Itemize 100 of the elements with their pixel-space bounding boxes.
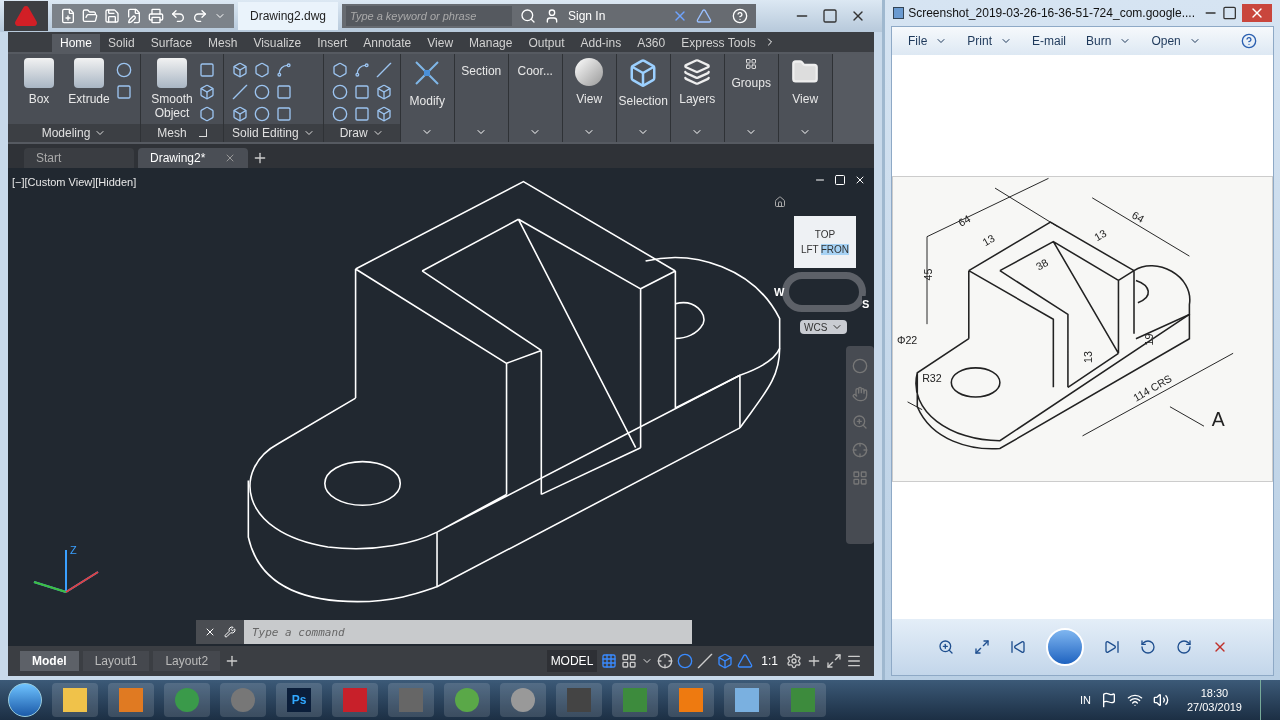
settings-icon[interactable] [786,653,802,669]
ribbon-tab[interactable]: View [419,34,462,52]
layout-tab[interactable]: Model [20,651,79,671]
menu-item[interactable]: Print [967,32,1013,50]
ribbon-tab[interactable]: Express Tools [673,34,764,52]
panel-title[interactable]: Mesh [141,124,223,142]
rotate-right-icon[interactable] [1175,639,1192,655]
model-space-button[interactable]: MODEL [546,650,598,672]
tool-icon[interactable] [375,62,392,78]
ribbon-tab[interactable]: Insert [309,34,356,52]
ribbon-tab[interactable]: Annotate [355,34,420,52]
panel-title[interactable]: Solid Editing [224,124,323,142]
ribbon-tab[interactable]: Solid [100,34,143,52]
ribbon-tab[interactable]: Visualize [245,34,310,52]
menu-item[interactable]: Open [1151,32,1201,50]
start-button[interactable] [8,683,42,717]
viewport-label[interactable]: [−][Custom View][Hidden] [12,174,137,191]
annotation-scale[interactable]: 1:1 [757,652,782,670]
tool-icon[interactable] [276,84,292,100]
file-tab[interactable]: Start [24,148,134,168]
tool-icon[interactable] [116,62,132,78]
ribbon-tab[interactable]: Mesh [200,34,246,52]
tool-icon[interactable] [232,106,248,122]
tool-icon[interactable] [254,106,270,122]
tool-icon[interactable] [353,84,370,100]
tool-icon[interactable] [199,62,215,78]
plus-icon[interactable] [806,653,822,669]
close-button[interactable] [1241,4,1272,22]
ribbon-panel-button[interactable]: Coor... [508,54,563,142]
ribbon-panel-button[interactable]: Section [454,54,509,142]
ribbon-tab[interactable]: Surface [142,34,201,52]
home-icon[interactable] [774,196,786,208]
slideshow-button[interactable] [1045,628,1084,666]
ribbon-panel-button[interactable]: View [778,54,833,142]
search-field[interactable]: Type a keyword or phrase [346,6,512,26]
toolbar-icon[interactable] [104,8,120,24]
language-indicator[interactable]: IN [1079,691,1091,709]
tool-icon[interactable] [199,106,215,122]
next-icon[interactable] [1103,639,1120,655]
taskbar-app-icon[interactable] [164,683,210,717]
tool-icon[interactable] [375,84,392,100]
volume-icon[interactable] [1152,692,1169,708]
ribbon-tab[interactable]: Add-ins [572,34,630,52]
tool-icon[interactable] [116,84,132,100]
fullscreen-icon[interactable] [826,653,842,669]
layout-tab[interactable]: Layout1 [82,651,150,671]
tool-icon[interactable] [331,106,348,122]
tool-icon[interactable] [254,84,270,100]
tool-icon[interactable] [232,62,248,78]
help-icon[interactable] [1241,33,1257,49]
file-tab[interactable]: Drawing2* [138,148,248,168]
ribbon-panel-button[interactable]: Modify [400,54,455,142]
toolbar-icon[interactable] [126,8,142,24]
command-input[interactable]: Type a command [244,620,692,644]
drawing-viewport[interactable]: [−][Custom View][Hidden] TOP LFT FRON W S WCS Z Type a command [8,168,874,646]
taskbar-app-icon[interactable]: Ps [276,683,322,717]
layout-tab[interactable]: Layout2 [153,651,221,671]
ribbon-tool-button[interactable]: Extrude [66,58,112,106]
toolbar-icon[interactable] [60,8,76,24]
tool-icon[interactable] [375,106,392,122]
taskbar-app-icon[interactable] [724,683,770,717]
flag-icon[interactable] [1100,692,1117,708]
grid-icon[interactable] [601,653,618,669]
new-tab-icon[interactable] [252,150,268,166]
menu-item[interactable]: E-mail [1032,32,1067,50]
ribbon-tool-button[interactable]: Box [16,58,62,106]
toolbar-icon[interactable] [170,8,186,24]
tool-icon[interactable] [353,106,370,122]
tool-icon[interactable] [331,84,348,100]
tool-icon[interactable] [276,62,292,78]
wcs-button[interactable]: WCS [800,320,848,334]
fit-icon[interactable] [973,639,990,655]
tool-icon[interactable] [232,84,248,100]
zoom-icon[interactable] [937,639,954,655]
ribbon-tool-button[interactable]: Smooth Object [149,58,195,120]
taskbar-app-icon[interactable] [500,683,546,717]
tool-icon[interactable] [254,62,270,78]
viewcube-cube[interactable]: TOP LFT FRON [794,216,856,268]
launcher-icon[interactable] [198,129,207,137]
sign-in-button[interactable]: Sign In [568,7,664,25]
network-icon[interactable] [1126,692,1143,708]
ribbon-tab[interactable]: Home [52,34,100,52]
toolbar-icon[interactable] [82,8,98,24]
tool-icon[interactable] [331,62,348,78]
ribbon-panel-button[interactable]: Groups [724,54,779,142]
taskbar-app-icon[interactable] [108,683,154,717]
wrench-icon[interactable] [224,626,236,638]
panel-title[interactable]: Modeling [8,124,140,142]
ribbon-panel-button[interactable]: View [562,54,617,142]
toolbar-icon[interactable] [148,8,164,24]
menu-item[interactable]: File [908,32,948,50]
tool-icon[interactable] [199,84,215,100]
menu-icon[interactable] [846,653,862,669]
taskbar-app-icon[interactable] [444,683,490,717]
panel-title[interactable]: Draw [323,124,400,142]
close-icon[interactable] [854,174,866,186]
ribbon-tab[interactable]: Manage [461,34,521,52]
tool-icon[interactable] [353,62,370,78]
toolbar-icon[interactable] [192,8,208,24]
clock[interactable]: 18:30 27/03/2019 [1178,686,1250,714]
